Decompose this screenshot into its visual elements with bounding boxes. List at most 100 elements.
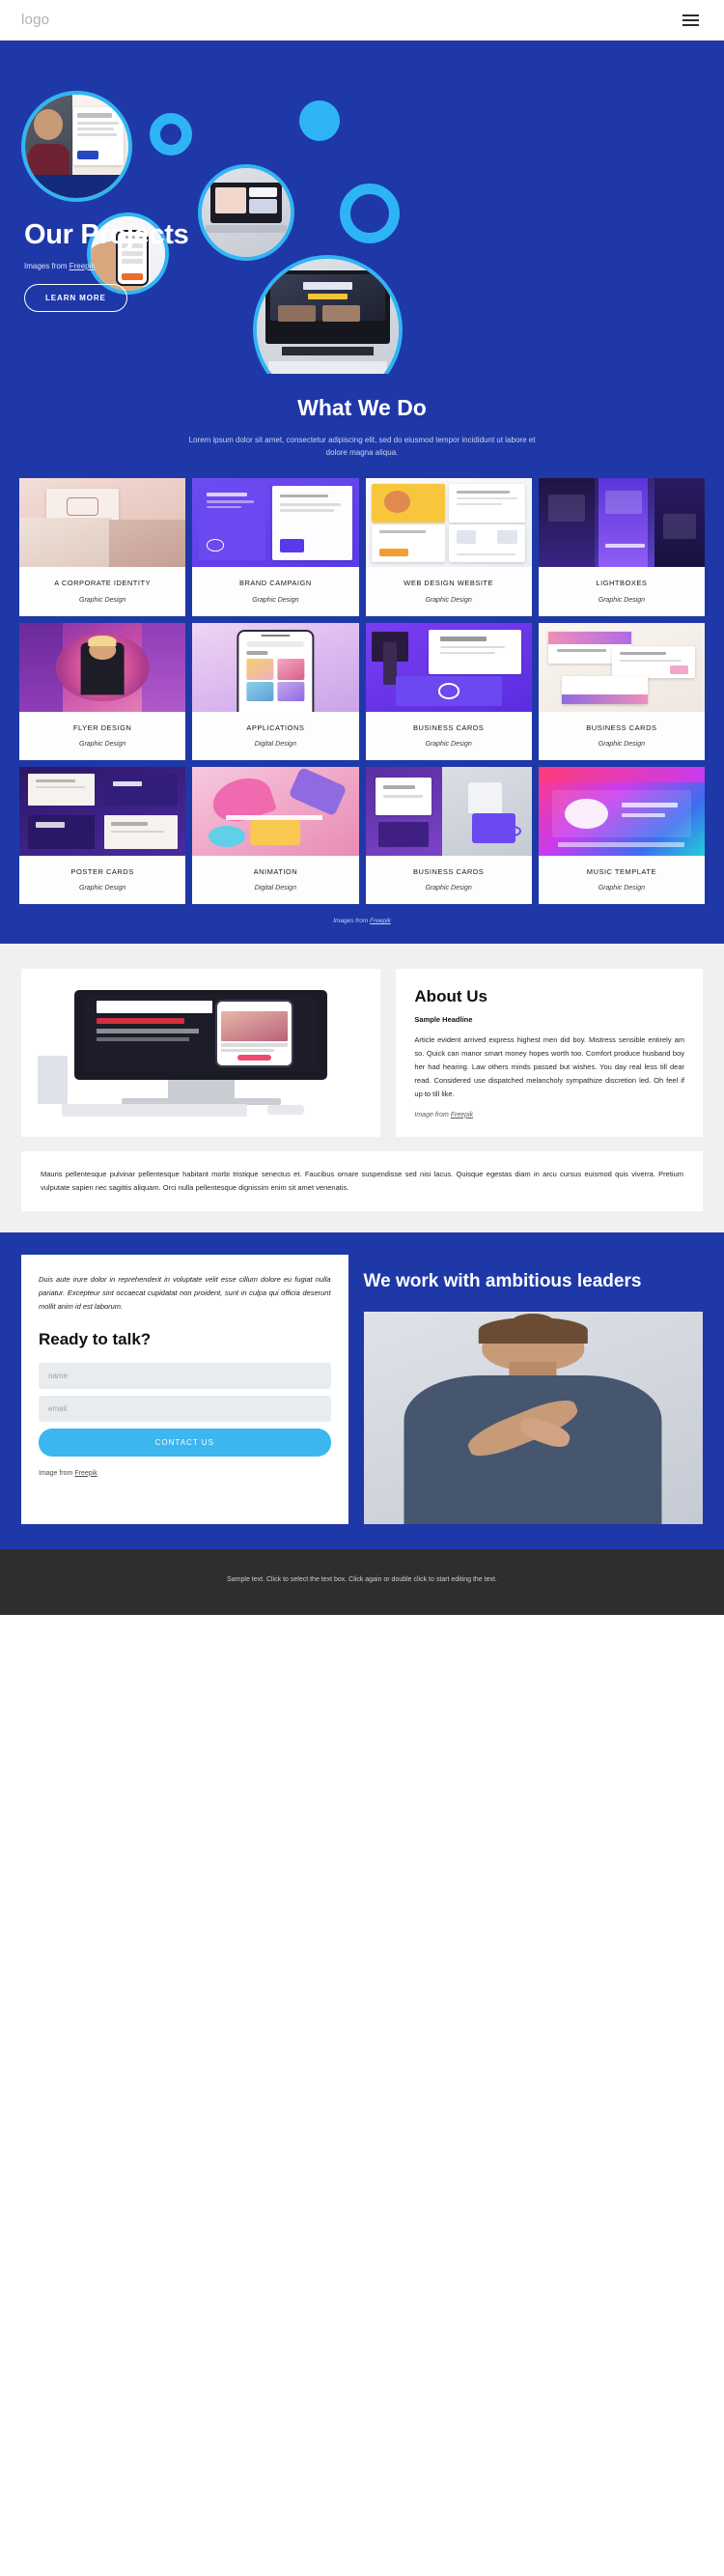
project-category: Graphic Design <box>252 596 299 604</box>
project-card[interactable]: BRAND CAMPAIGN Graphic Design <box>192 478 359 616</box>
display-monitor <box>265 269 391 345</box>
freepik-link[interactable]: Freepik <box>370 918 391 924</box>
project-title: BUSINESS CARDS <box>586 722 657 732</box>
about-image-card <box>21 969 381 1137</box>
page-title: Our Projects <box>24 219 189 250</box>
freepik-link[interactable]: Freepik <box>451 1112 473 1118</box>
project-title: BUSINESS CARDS <box>412 866 485 876</box>
freepik-link[interactable]: Freepik <box>70 262 96 270</box>
project-card-body: A CORPORATE IDENTITY Graphic Design <box>19 567 185 615</box>
burger-line <box>682 14 699 16</box>
email-input[interactable] <box>39 1395 331 1422</box>
project-thumbnail <box>538 766 705 856</box>
project-card[interactable]: BUSINESS CARDS Graphic Design <box>365 766 532 905</box>
keyboard <box>267 360 388 374</box>
consulting-photo <box>25 95 128 198</box>
footer-text: Sample text. Click to select the text bo… <box>227 1575 497 1583</box>
project-category: Graphic Design <box>79 740 126 748</box>
contact-headline: We work with ambitious leaders <box>363 1271 642 1291</box>
project-title: BUSINESS CARDS <box>412 722 485 732</box>
credit-prefix: Images from <box>333 918 371 925</box>
site-logo[interactable]: logo <box>21 12 49 28</box>
project-card[interactable]: POSTER CARDS Graphic Design <box>19 766 186 905</box>
project-card[interactable]: APPLICATIONS Digital Design <box>192 622 359 760</box>
contact-us-button[interactable]: CONTACT US <box>39 1428 331 1457</box>
burger-line <box>682 23 699 26</box>
project-category: Graphic Design <box>425 885 472 892</box>
project-thumbnail <box>365 622 532 712</box>
project-card[interactable]: BUSINESS CARDS Graphic Design <box>538 622 705 760</box>
hamburger-menu-icon[interactable] <box>679 11 703 30</box>
projects-grid: A CORPORATE IDENTITY Graphic Design BRAND… <box>19 478 705 905</box>
project-category: Graphic Design <box>425 740 472 748</box>
project-card[interactable]: LIGHTBOXES Graphic Design <box>538 478 705 616</box>
project-card[interactable]: MUSIC TEMPLATE Graphic Design <box>538 766 705 905</box>
project-title: BRAND CAMPAIGN <box>238 579 312 588</box>
project-title: A CORPORATE IDENTITY <box>54 579 152 588</box>
project-thumbnail <box>192 766 359 856</box>
project-card-body: POSTER CARDS Graphic Design <box>19 856 185 904</box>
contact-image-credit: Image from Freepik <box>39 1470 331 1477</box>
project-thumbnail <box>192 622 359 712</box>
about-lead: Sample Headline <box>414 1015 473 1025</box>
hero-circle-fitness <box>253 255 403 374</box>
about-image-credit: Image from Freepik <box>414 1112 684 1118</box>
team-member-photo <box>363 1311 703 1524</box>
project-title: POSTER CARDS <box>70 866 134 876</box>
about-note: Mauris pellentesque pulvinar pellentesqu… <box>21 1150 703 1211</box>
project-card[interactable]: FLYER DESIGN Graphic Design <box>19 622 186 760</box>
project-card[interactable]: A CORPORATE IDENTITY Graphic Design <box>19 478 186 616</box>
project-title: LIGHTBOXES <box>596 579 648 588</box>
person-head <box>33 108 63 141</box>
decorative-dot <box>299 100 340 141</box>
project-card[interactable]: ANIMATION Digital Design <box>192 766 359 905</box>
project-card-body: ANIMATION Digital Design <box>192 856 358 904</box>
imac-body <box>74 990 328 1080</box>
burger-line <box>682 18 699 21</box>
about-body: Article evident arrived express highest … <box>414 1035 684 1098</box>
project-thumbnail <box>538 622 705 712</box>
contact-section: Duis aute irure dolor in reprehenderit i… <box>0 1232 724 1549</box>
decorative-ring <box>150 113 192 156</box>
project-card[interactable]: WEB DESIGN WEBSITE Graphic Design <box>365 478 532 616</box>
project-card[interactable]: BUSINESS CARDS Graphic Design <box>365 622 532 760</box>
project-title: FLYER DESIGN <box>72 722 132 732</box>
mouse <box>267 1105 304 1116</box>
page-root: logo Our Projects Images from Freepik LE… <box>0 0 724 1615</box>
credit-prefix: Images from <box>24 262 70 270</box>
project-category: Graphic Design <box>425 596 472 604</box>
contact-right-column: We work with ambitious leaders <box>363 1255 703 1524</box>
phone-mockup <box>214 999 294 1067</box>
desk-object <box>38 1055 69 1104</box>
project-title: ANIMATION <box>253 866 298 876</box>
monitor-stand <box>282 347 374 355</box>
about-title: About Us <box>414 987 487 1006</box>
project-thumbnail <box>19 766 186 856</box>
contact-quote: Duis aute irure dolor in reprehenderit i… <box>39 1275 331 1311</box>
fitness-screen-photo <box>257 259 399 374</box>
contact-form-title: Ready to talk? <box>39 1329 152 1348</box>
project-thumbnail <box>365 766 532 856</box>
name-input[interactable] <box>39 1362 331 1389</box>
laptop-screen <box>210 182 282 224</box>
learn-more-button[interactable]: LEARN MORE <box>24 284 127 312</box>
project-thumbnail <box>19 478 186 568</box>
site-footer: Sample text. Click to select the text bo… <box>0 1548 724 1615</box>
freepik-link[interactable]: Freepik <box>74 1470 97 1477</box>
project-card-body: FLYER DESIGN Graphic Design <box>19 712 185 760</box>
hero-text-block: Our Projects Images from Freepik LEARN M… <box>24 219 189 312</box>
project-thumbnail <box>538 478 705 568</box>
project-title: WEB DESIGN WEBSITE <box>404 579 493 588</box>
project-thumbnail <box>192 478 359 568</box>
projects-section: A CORPORATE IDENTITY Graphic Design BRAND… <box>0 463 724 945</box>
project-card-body: APPLICATIONS Digital Design <box>192 712 358 760</box>
project-thumbnail <box>19 622 186 712</box>
hero-circle-laptop <box>198 164 294 261</box>
project-card-body: BUSINESS CARDS Graphic Design <box>366 856 532 904</box>
project-card-body: LIGHTBOXES Graphic Design <box>539 567 705 615</box>
imac-stand <box>167 1079 235 1099</box>
project-category: Graphic Design <box>598 740 645 748</box>
contact-form-card: Duis aute irure dolor in reprehenderit i… <box>21 1255 348 1524</box>
projects-image-credit: Images from Freepik <box>19 904 705 944</box>
what-we-do-section: What We Do Lorem ipsum dolor sit amet, c… <box>0 374 724 464</box>
